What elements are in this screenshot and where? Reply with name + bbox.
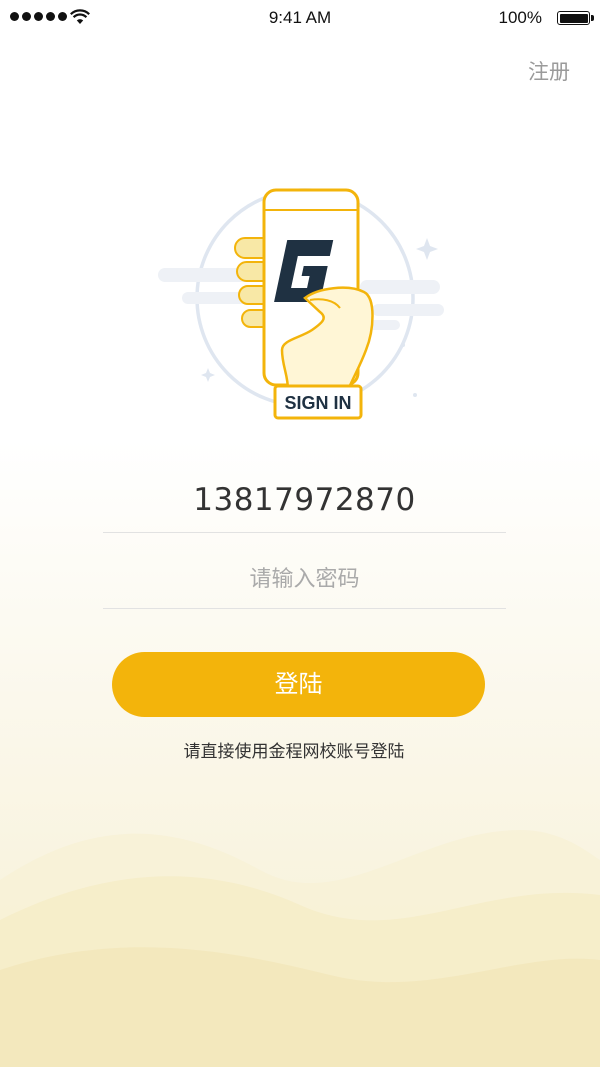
login-button[interactable]: 登陆 [112, 652, 485, 717]
hand-holding-phone-icon: SIGN IN [158, 188, 444, 420]
sign-in-badge-text: SIGN IN [284, 393, 351, 413]
login-hint: 请直接使用金程网校账号登陆 [183, 742, 405, 762]
battery-icon [557, 11, 594, 25]
register-link[interactable]: 注册 [528, 56, 570, 86]
phone-field[interactable]: 13817972870 [103, 470, 506, 533]
battery-percent: 100% [498, 8, 542, 27]
password-field[interactable] [103, 553, 506, 609]
wave-decoration [0, 830, 600, 1067]
status-bar: 9:41 AM 100% [0, 0, 600, 36]
password-input[interactable] [103, 553, 506, 605]
phone-value[interactable]: 13817972870 [103, 470, 506, 530]
